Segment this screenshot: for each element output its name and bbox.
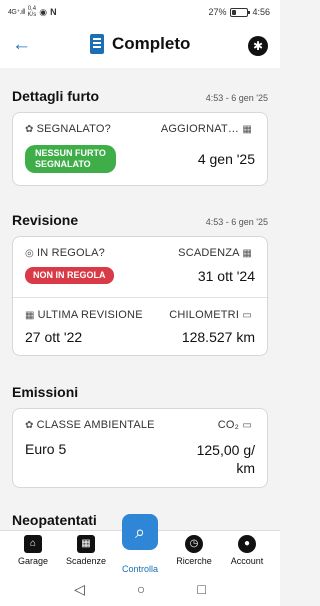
co2-label: CO₂ [217, 419, 240, 431]
classe-ambientale-value: Euro 5 [25, 441, 67, 457]
nav-label-garage: Garage [17, 556, 49, 566]
section-header-revisione: Revisione 4:53 - 6 gen '25 [12, 212, 268, 228]
card-revisione: ◎ IN REGOLA? SCADENZA ▦ NON IN REGOLA 31 … [12, 236, 268, 356]
page-title: Completo [112, 34, 191, 53]
settings-icon[interactable]: ✱ [248, 36, 268, 56]
chilometri-value: 128.527 km [181, 329, 255, 345]
nav-label-ricerche: Ricerche [176, 556, 212, 566]
section-header-emissioni: Emissioni [12, 384, 268, 400]
scadenza-value: 31 ott '24 [197, 267, 255, 284]
card-divider [13, 297, 267, 298]
revisione-labels-row-1: ◎ IN REGOLA? SCADENZA ▦ [25, 247, 255, 259]
network-speed: 0,4 K/s [27, 6, 37, 18]
status-left: 4G⁺.ıll 0,4 K/s ◉ N [8, 6, 57, 18]
furto-values-row: NESSUN FURTO SEGNALATO 4 gen '25 [25, 145, 255, 173]
calendar-icon: ▦ [77, 535, 95, 553]
gauge-icon: ▭ [242, 420, 252, 431]
in-regola-label-wrap: ◎ IN REGOLA? [25, 247, 105, 259]
revisione-values-row-1: NON IN REGOLA 31 ott '24 [25, 267, 255, 284]
back-arrow-icon[interactable]: ← [12, 34, 32, 56]
section-header-furto: Dettagli furto 4:53 - 6 gen '25 [12, 88, 268, 104]
account-icon: ● [238, 535, 256, 553]
theft-icon: ✿ [25, 124, 34, 135]
system-home-icon[interactable]: ○ [137, 581, 145, 597]
section-title-furto: Dettagli furto [12, 88, 100, 104]
nav-item-ricerche[interactable]: ◷ Ricerche [166, 535, 222, 566]
calendar-icon: ▦ [242, 248, 252, 259]
app-bar: ← Completo ✱ [0, 24, 280, 68]
status-badge-no-theft: NESSUN FURTO SEGNALATO [25, 145, 116, 173]
battery-icon [230, 7, 251, 17]
emissioni-values-row: Euro 5 125,00 g/ km [25, 441, 255, 477]
document-icon [90, 34, 104, 54]
classe-ambientale-label: CLASSE AMBIENTALE [36, 419, 155, 431]
ultima-revisione-label: ULTIMA REVISIONE [37, 309, 143, 321]
segnalato-label-wrap: ✿ SEGNALATO? [25, 123, 111, 135]
system-back-icon[interactable]: ◁ [74, 581, 85, 598]
system-recents-icon[interactable]: □ [197, 581, 205, 597]
scadenza-label-wrap: SCADENZA ▦ [178, 247, 255, 259]
section-time-furto: 4:53 - 6 gen '25 [205, 93, 268, 103]
check-circle-icon: ◎ [25, 248, 34, 259]
nav-label-account: Account [230, 556, 264, 566]
clock: 4:56 [252, 7, 270, 17]
card-emissioni: ✿ CLASSE AMBIENTALE CO₂ ▭ Euro 5 125,00 g… [12, 408, 268, 488]
ultima-revisione-value: 27 ott '22 [25, 329, 83, 345]
emissioni-labels-row: ✿ CLASSE AMBIENTALE CO₂ ▭ [25, 419, 255, 431]
nav-item-garage[interactable]: ⌂ Garage [5, 535, 61, 566]
nav-item-scadenze[interactable]: ▦ Scadenze [58, 535, 114, 566]
aggiornato-value: 4 gen '25 [197, 151, 255, 167]
leaf-icon: ✿ [25, 420, 34, 431]
search-icon[interactable]: ⌕ [122, 514, 158, 550]
status-bar: 4G⁺.ıll 0,4 K/s ◉ N 27% 4:56 [0, 0, 280, 24]
section-title-emissioni: Emissioni [12, 384, 79, 400]
ultima-label-wrap: ▦ ULTIMA REVISIONE [25, 309, 143, 321]
nav-label-scadenze: Scadenze [65, 556, 107, 566]
battery-percent: 27% [208, 7, 227, 17]
aggiornato-label: AGGIORNAT… [160, 123, 240, 135]
co2-value: 125,00 g/ km [196, 442, 255, 476]
history-icon: ◷ [185, 535, 203, 553]
section-title-revisione: Revisione [12, 212, 79, 228]
nfc-icon: N [50, 7, 57, 17]
system-navigation: ◁ ○ □ [0, 572, 280, 606]
status-right: 27% 4:56 [208, 7, 270, 17]
scadenza-label: SCADENZA [178, 247, 240, 259]
co2-label-wrap: CO₂ ▭ [218, 419, 255, 431]
status-badge-not-compliant: NON IN REGOLA [25, 267, 114, 284]
garage-icon: ⌂ [24, 535, 42, 553]
section-title-neopatentati: Neopatentati [12, 512, 97, 528]
segnalato-label: SEGNALATO? [36, 123, 111, 135]
signal-icon: 4G⁺.ıll [8, 9, 25, 16]
calendar-icon: ▦ [242, 124, 252, 135]
revisione-labels-row-2: ▦ ULTIMA REVISIONE CHILOMETRI ▭ [25, 309, 255, 321]
classe-label-wrap: ✿ CLASSE AMBIENTALE [25, 419, 155, 431]
chilometri-label: CHILOMETRI [169, 309, 240, 321]
in-regola-label: IN REGOLA? [36, 247, 105, 259]
card-furto: ✿ SEGNALATO? AGGIORNAT… ▦ NESSUN FURTO SE… [12, 112, 268, 186]
odometer-icon: ▭ [242, 310, 252, 321]
section-time-revisione: 4:53 - 6 gen '25 [205, 217, 268, 227]
furto-labels-row: ✿ SEGNALATO? AGGIORNAT… ▦ [25, 123, 255, 135]
title-group: Completo [90, 34, 190, 54]
km-label-wrap: CHILOMETRI ▭ [169, 309, 255, 321]
calendar-icon: ▦ [25, 310, 35, 321]
aggiornato-label-wrap: AGGIORNAT… ▦ [161, 123, 255, 135]
nav-item-account[interactable]: ● Account [219, 535, 275, 566]
revisione-values-row-2: 27 ott '22 128.527 km [25, 329, 255, 345]
visibility-icon: ◉ [39, 6, 48, 17]
main-content[interactable]: Dettagli furto 4:53 - 6 gen '25 ✿ SEGNALA… [0, 68, 280, 530]
